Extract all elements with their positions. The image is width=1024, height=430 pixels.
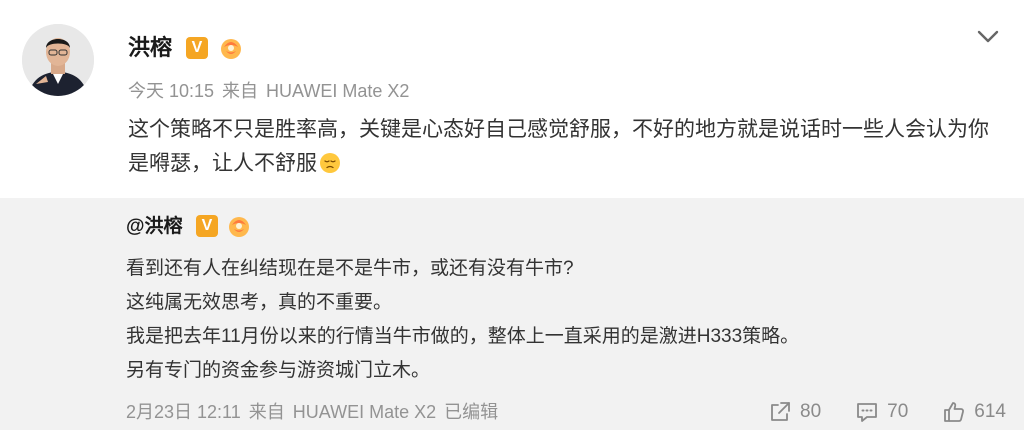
weibo-post: 洪榕 V 今天 10:15 来自 HUAWEI Mate X2 这个策略不只是胜率高… (0, 0, 1024, 430)
verified-v-badge: V (186, 37, 208, 59)
post-time[interactable]: 今天 10:15 (128, 81, 214, 101)
retweet-card[interactable]: @洪榕 V 看到还有人在纠结现在是不是牛市，或还有没有牛市? 这纯属无效思考，真… (0, 198, 1024, 430)
chevron-down-icon[interactable] (974, 22, 1002, 50)
source-device: HUAWEI Mate X2 (292, 402, 437, 422)
retweet-meta: 2月23日 12:11 来自 HUAWEI Mate X2 已编辑 (126, 398, 506, 426)
honor-badge-icon (229, 217, 249, 237)
source-prefix: 来自 (222, 81, 259, 101)
source-device: HUAWEI Mate X2 (266, 81, 410, 101)
retweet-time[interactable]: 2月23日 12:11 (126, 402, 241, 422)
like-button[interactable]: 614 (942, 398, 1006, 426)
share-count: 80 (800, 401, 822, 422)
post-text-body: 这个策略不只是胜率高，关键是心态好自己感觉舒服，不好的地方就是说话时一些人会认为… (128, 118, 989, 175)
author-name[interactable]: 洪榕 (128, 34, 172, 62)
source-prefix: 来自 (248, 402, 285, 422)
comment-button[interactable]: 70 (855, 398, 908, 426)
retweet-text: 看到还有人在纠结现在是不是牛市，或还有没有牛市? 这纯属无效思考，真的不重要。 … (126, 252, 1006, 388)
share-button[interactable]: 80 (768, 398, 821, 426)
post-text: 这个策略不只是胜率高，关键是心态好自己感觉舒服，不好的地方就是说话时一些人会认为… (128, 113, 1008, 181)
retweet-line: 看到还有人在纠结现在是不是牛市，或还有没有牛市? (126, 258, 574, 279)
avatar[interactable] (22, 24, 94, 96)
comment-icon (857, 403, 878, 422)
sad-face-icon (320, 153, 340, 173)
thumbs-up-icon (944, 402, 965, 422)
honor-badge-icon (221, 39, 241, 59)
edited-label[interactable]: 已编辑 (444, 402, 498, 422)
retweet-line: 另有专门的资金参与游资城门立木。 (126, 360, 431, 381)
comment-count: 70 (887, 401, 909, 422)
verified-v-badge: V (196, 215, 218, 237)
like-count: 614 (974, 401, 1006, 422)
share-icon (771, 402, 790, 421)
retweet-line: 这纯属无效思考，真的不重要。 (126, 292, 393, 313)
retweet-line: 我是把去年11月份以来的行情当牛市做的，整体上一直采用的是激进H333策略。 (126, 326, 800, 347)
retweet-author[interactable]: @洪榕 (126, 214, 183, 240)
retweet-actions: 80 70 614 (734, 398, 1006, 426)
post-meta: 今天 10:15 来自 HUAWEI Mate X2 (128, 80, 417, 102)
retweet-footer: 2月23日 12:11 来自 HUAWEI Mate X2 已编辑 80 70 … (126, 398, 1006, 426)
